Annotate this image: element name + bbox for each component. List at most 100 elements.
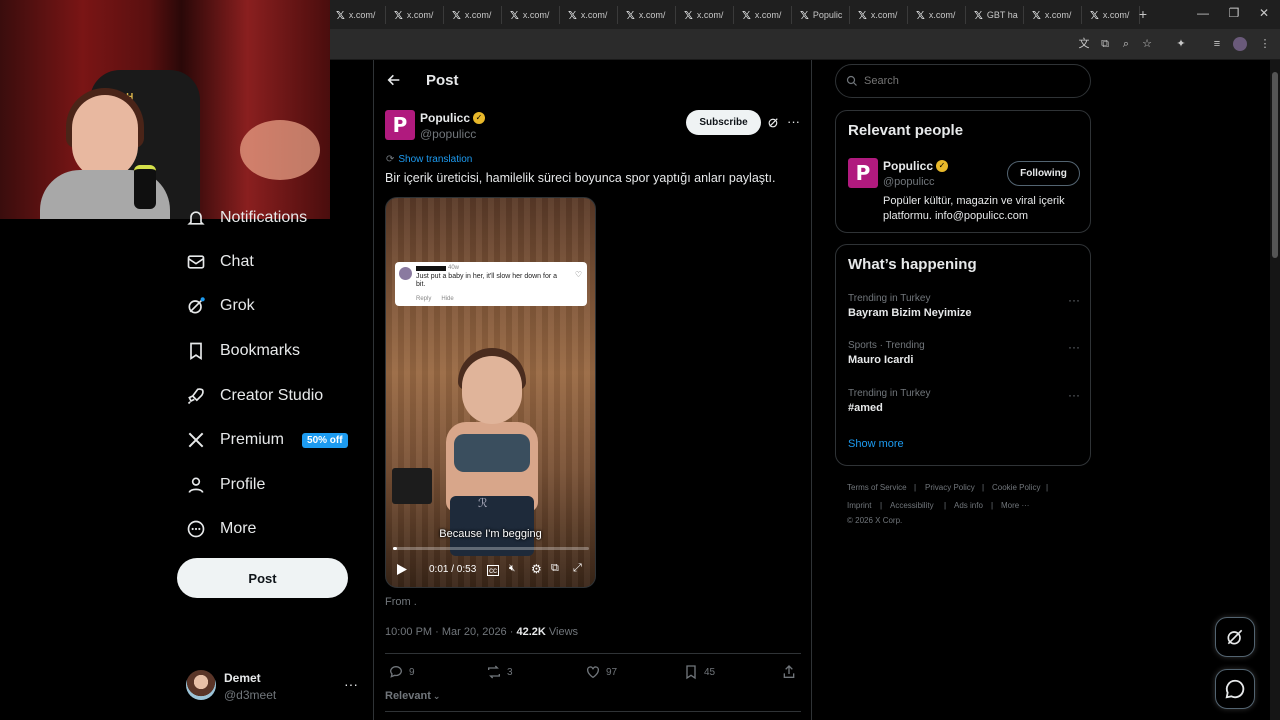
- reply-sort-dropdown[interactable]: Relevant ⌄: [385, 690, 440, 702]
- footer-imprint[interactable]: Imprint: [847, 501, 871, 510]
- footer-ads[interactable]: Ads info: [954, 501, 983, 510]
- x-logo-icon: 𝕏: [452, 9, 461, 22]
- account-more-icon[interactable]: ···: [344, 676, 358, 692]
- pip-icon[interactable]: ⧉: [551, 562, 559, 575]
- trend-item[interactable]: Sports · Trending Mauro Icardi ···: [848, 340, 1080, 366]
- tweet-timestamp[interactable]: 10:00 PM · Mar 20, 2026 ·: [385, 626, 516, 638]
- bookmark-button[interactable]: 45: [683, 664, 715, 680]
- show-translation-link[interactable]: ⟳ Show translation: [386, 154, 472, 165]
- webcam-overlay: WAH: [0, 0, 330, 219]
- following-button[interactable]: Following: [1007, 161, 1080, 186]
- page-title: Post: [426, 72, 459, 89]
- zoom-icon[interactable]: ⌕: [1119, 37, 1133, 51]
- page-scrollbar[interactable]: [1270, 60, 1280, 720]
- restore-button[interactable]: ❐: [1224, 6, 1244, 20]
- media-icon[interactable]: ≡: [1210, 37, 1224, 51]
- lamp: [240, 120, 320, 180]
- mute-icon[interactable]: 🔇︎: [509, 563, 515, 574]
- trend-name: Mauro Icardi: [848, 354, 914, 366]
- trend-more-icon[interactable]: ···: [1068, 388, 1080, 402]
- nav-grok[interactable]: Grok: [186, 293, 255, 319]
- video-time: 0:01 / 0:53: [429, 564, 477, 575]
- extensions-icon[interactable]: ✦: [1174, 37, 1188, 51]
- footer-copyright: © 2026 X Corp.: [847, 516, 903, 525]
- browser-tab[interactable]: 𝕏x.com/: [852, 6, 908, 24]
- nav-chat[interactable]: Chat: [186, 249, 254, 275]
- video-progress-fill: [393, 547, 397, 550]
- x-logo-icon: 𝕏: [684, 9, 693, 22]
- search-input[interactable]: [864, 75, 1064, 87]
- subscribe-button[interactable]: Subscribe: [686, 110, 761, 135]
- rocket-icon: [187, 388, 204, 405]
- search-box[interactable]: [835, 64, 1091, 98]
- video-comment-overlay: 40w Just put a baby in her, it'll slow h…: [395, 262, 587, 306]
- show-more-link[interactable]: Show more: [848, 438, 904, 450]
- translate-icon[interactable]: 文: [1077, 37, 1091, 51]
- author-avatar[interactable]: P: [385, 110, 415, 140]
- person-name-row[interactable]: Populicc ✓: [883, 159, 949, 173]
- minimize-button[interactable]: —: [1193, 6, 1213, 20]
- trend-item[interactable]: Trending in Turkey Bayram Bizim Neyimize…: [848, 293, 1080, 319]
- like-button[interactable]: 97: [585, 664, 617, 680]
- grok-fab-button[interactable]: [1215, 617, 1255, 657]
- browser-tab[interactable]: 𝕏x.com/: [910, 6, 966, 24]
- x-logo-icon: 𝕏: [394, 9, 403, 22]
- browser-tab[interactable]: 𝕏x.com/: [678, 6, 734, 24]
- browser-tab[interactable]: 𝕏 GBT ha: [968, 6, 1024, 24]
- browser-tab[interactable]: 𝕏x.com/: [562, 6, 618, 24]
- captions-icon[interactable]: cc: [487, 565, 499, 576]
- footer-more[interactable]: More ···: [1001, 501, 1029, 510]
- tweet-more-icon[interactable]: ···: [787, 114, 800, 129]
- settings-gear-icon[interactable]: ⚙: [531, 562, 542, 576]
- nav-premium[interactable]: Premium 50% off: [186, 427, 348, 453]
- browser-tab[interactable]: 𝕏x.com/: [388, 6, 444, 24]
- grok-explain-button[interactable]: [767, 116, 780, 129]
- video-progress-bar[interactable]: [393, 547, 589, 550]
- fullscreen-icon[interactable]: ⤢: [573, 562, 582, 575]
- like-count: 97: [606, 666, 618, 678]
- nav-notifications[interactable]: Notifications: [186, 205, 307, 231]
- x-logo-icon: [188, 432, 204, 448]
- nav-more[interactable]: More: [186, 516, 256, 542]
- trend-more-icon[interactable]: ···: [1068, 293, 1080, 307]
- person-avatar[interactable]: P: [848, 158, 878, 188]
- nav-creator-studio[interactable]: Creator Studio: [186, 383, 323, 409]
- footer-cookie[interactable]: Cookie Policy: [992, 483, 1040, 492]
- footer-privacy[interactable]: Privacy Policy: [925, 483, 975, 492]
- browser-tab[interactable]: 𝕏x.com/: [1026, 6, 1082, 24]
- bookmark-count: 45: [704, 666, 716, 678]
- footer-terms[interactable]: Terms of Service: [847, 483, 907, 492]
- trend-item[interactable]: Trending in Turkey #amed ···: [848, 388, 1080, 414]
- nav-profile[interactable]: Profile: [186, 472, 265, 498]
- person-handle[interactable]: @populicc: [883, 176, 935, 188]
- video-player[interactable]: ℛ 40w Just put a baby in her, it'll slow…: [385, 197, 596, 588]
- reply-button[interactable]: 9: [388, 664, 415, 680]
- browser-menu-icon[interactable]: ⋮: [1258, 37, 1272, 51]
- play-button[interactable]: [396, 563, 408, 576]
- browser-tab[interactable]: 𝕏x.com/: [620, 6, 676, 24]
- account-switcher[interactable]: Demet @d3meet ···: [186, 668, 361, 704]
- repost-button[interactable]: 3: [486, 664, 513, 680]
- back-button[interactable]: [386, 72, 402, 88]
- browser-tab[interactable]: 𝕏x.com/: [330, 6, 386, 24]
- new-tab-button[interactable]: +: [1133, 6, 1153, 22]
- x-logo-icon: 𝕏: [1032, 9, 1041, 22]
- footer-accessibility[interactable]: Accessibility: [890, 501, 934, 510]
- browser-tab[interactable]: 𝕏x.com/: [1084, 6, 1140, 24]
- trend-more-icon[interactable]: ···: [1068, 340, 1080, 354]
- browser-tab[interactable]: 𝕏x.com/: [736, 6, 792, 24]
- close-window-button[interactable]: ✕: [1254, 6, 1274, 20]
- share-button[interactable]: [781, 664, 797, 680]
- browser-tab[interactable]: 𝕏x.com/: [504, 6, 560, 24]
- profile-avatar-icon[interactable]: [1233, 37, 1247, 51]
- chat-fab-button[interactable]: [1215, 669, 1255, 709]
- author-name-row[interactable]: Populicc ✓: [420, 111, 486, 125]
- scrollbar-thumb[interactable]: [1272, 72, 1278, 258]
- author-handle[interactable]: @populicc: [420, 127, 476, 141]
- browser-tab[interactable]: 𝕏 Populic: [794, 6, 850, 24]
- post-button[interactable]: Post: [177, 558, 348, 598]
- bookmark-star-icon[interactable]: ☆: [1140, 37, 1154, 51]
- nav-bookmarks[interactable]: Bookmarks: [186, 338, 300, 364]
- browser-tab[interactable]: 𝕏x.com/: [446, 6, 502, 24]
- screenshot-icon[interactable]: ⧉: [1098, 37, 1112, 51]
